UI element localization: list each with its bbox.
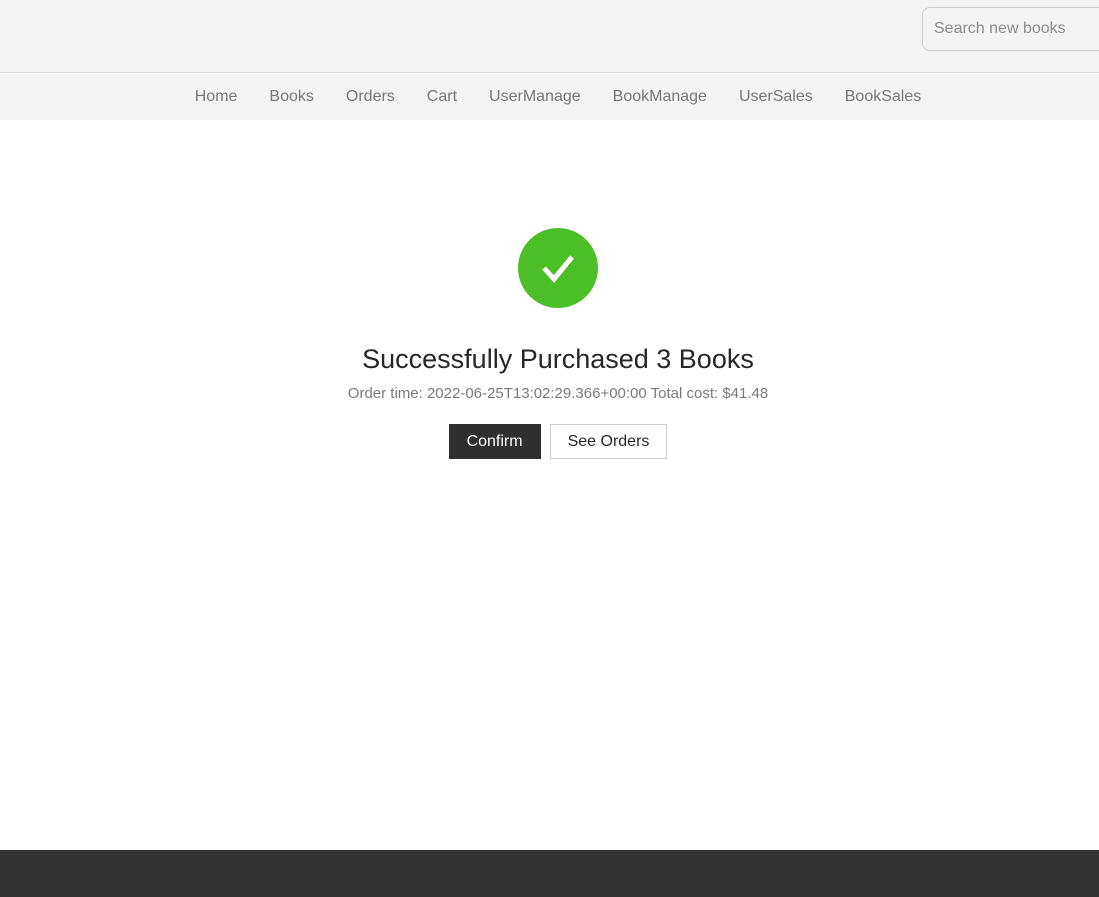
confirm-button[interactable]: Confirm — [448, 424, 541, 459]
footer — [0, 850, 1099, 897]
nav-item-orders[interactable]: Orders — [346, 88, 395, 106]
top-header — [0, 0, 1099, 73]
main-nav: Home Books Orders Cart UserManage BookMa… — [0, 74, 1099, 120]
purchase-result: Successfully Purchased 3 Books Order tim… — [0, 228, 1099, 459]
result-subtitle: Order time: 2022-06-25T13:02:29.366+00:0… — [347, 385, 769, 402]
see-orders-button[interactable]: See Orders — [549, 424, 668, 459]
page: Home Books Orders Cart UserManage BookMa… — [0, 0, 1099, 897]
nav-item-usermanage[interactable]: UserManage — [489, 88, 581, 106]
nav-item-bookmanage[interactable]: BookManage — [613, 88, 707, 106]
nav-item-booksales[interactable]: BookSales — [845, 88, 922, 106]
nav-item-cart[interactable]: Cart — [427, 88, 457, 106]
result-title: Successfully Purchased 3 Books — [362, 344, 754, 374]
nav-item-books[interactable]: Books — [269, 88, 313, 106]
check-circle-icon — [518, 228, 598, 308]
nav-item-home[interactable]: Home — [195, 88, 238, 106]
search-input[interactable] — [922, 7, 1099, 51]
result-actions: Confirm See Orders — [448, 424, 668, 459]
nav-item-usersales[interactable]: UserSales — [739, 88, 813, 106]
checkmark-icon — [542, 255, 574, 283]
